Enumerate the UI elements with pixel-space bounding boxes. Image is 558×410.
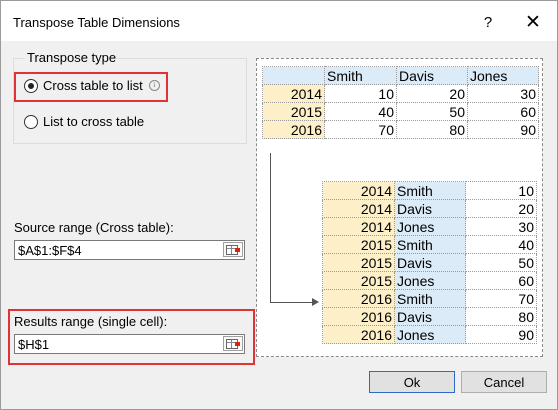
radio-label-list-to-cross: List to cross table — [43, 114, 145, 129]
table-cell: 2015 — [322, 235, 395, 254]
table-row: 2014 Davis 20 — [322, 199, 537, 218]
table-row: 2015 Davis 50 — [322, 253, 537, 272]
source-range-label: Source range (Cross table): — [14, 220, 174, 235]
table-cell: 30 — [467, 84, 539, 103]
radio-button-selected[interactable] — [24, 78, 38, 93]
flow-arrow-line — [270, 153, 271, 303]
table-row: 2015 Smith 40 — [322, 235, 537, 254]
table-cell: 90 — [465, 325, 537, 344]
table-row: 2016 Davis 80 — [322, 307, 537, 326]
table-cell: 2015 — [322, 253, 395, 272]
help-icon[interactable]: ? — [477, 12, 499, 34]
title-bar: Transpose Table Dimensions ? ✕ — [1, 1, 557, 41]
results-range-label: Results range (single cell): — [14, 314, 168, 329]
table-cell: Smith — [394, 181, 466, 200]
source-range-input[interactable]: $A$1:$F$4 — [14, 240, 245, 260]
ok-button[interactable]: Ok — [369, 371, 455, 393]
table-cell: 2014 — [322, 181, 395, 200]
cross-table-preview: Smith Davis Jones 2014 10 20 30 2015 40 … — [262, 66, 539, 139]
table-row: 2014 Jones 30 — [322, 217, 537, 236]
select-arrow-icon — [235, 342, 240, 346]
table-cell: 2016 — [262, 120, 325, 139]
table-cell: 2016 — [322, 307, 395, 326]
table-cell: 2015 — [322, 271, 395, 290]
table-cell: 70 — [465, 289, 537, 308]
table-cell: Davis — [394, 253, 466, 272]
table-row: 2014 10 20 30 — [262, 84, 539, 103]
table-row: 2016 Smith 70 — [322, 289, 537, 308]
table-cell: 2016 — [322, 289, 395, 308]
results-range-picker-button[interactable] — [223, 336, 243, 351]
select-arrow-icon — [235, 248, 240, 252]
table-cell: 90 — [467, 120, 539, 139]
table-cell: 2014 — [322, 217, 395, 236]
table-cell: Smith — [324, 66, 397, 85]
table-row: 2015 40 50 60 — [262, 102, 539, 121]
table-cell: 40 — [465, 235, 537, 254]
table-cell: 10 — [465, 181, 537, 200]
table-cell: 50 — [396, 102, 468, 121]
table-cell: Smith — [394, 235, 466, 254]
table-cell: 20 — [396, 84, 468, 103]
table-row: 2014 Smith 10 — [322, 181, 537, 200]
cancel-button[interactable]: Cancel — [461, 371, 547, 393]
table-cell: 2015 — [262, 102, 325, 121]
results-range-input[interactable]: $H$1 — [14, 334, 245, 354]
table-cell: Jones — [394, 325, 466, 344]
table-cell: 2014 — [262, 84, 325, 103]
table-cell: Jones — [467, 66, 539, 85]
table-cell: 30 — [465, 217, 537, 236]
table-cell — [262, 66, 325, 85]
table-cell: Smith — [394, 289, 466, 308]
table-cell: Jones — [394, 271, 466, 290]
dialog-title: Transpose Table Dimensions — [13, 15, 180, 30]
flow-arrow-line — [270, 302, 313, 303]
source-range-picker-button[interactable] — [223, 242, 243, 257]
arrow-right-icon — [312, 298, 319, 306]
table-row: 2015 Jones 60 — [322, 271, 537, 290]
table-cell: 10 — [324, 84, 397, 103]
table-cell: 60 — [467, 102, 539, 121]
close-icon[interactable]: ✕ — [519, 11, 547, 35]
table-cell: 2016 — [322, 325, 395, 344]
transpose-type-label: Transpose type — [25, 50, 119, 65]
table-row: Smith Davis Jones — [262, 66, 539, 85]
radio-label-cross-to-list: Cross table to list — [43, 78, 143, 93]
table-cell: Jones — [394, 217, 466, 236]
radio-button-unselected[interactable] — [24, 114, 38, 129]
table-cell: 80 — [465, 307, 537, 326]
table-cell: Davis — [394, 307, 466, 326]
table-row: 2016 70 80 90 — [262, 120, 539, 139]
radio-cross-to-list[interactable]: Cross table to list i — [24, 78, 160, 93]
table-cell: 20 — [465, 199, 537, 218]
list-table-preview: 2014 Smith 10 2014 Davis 20 2014 Jones 30 2015… — [322, 181, 537, 344]
table-cell: 40 — [324, 102, 397, 121]
radio-list-to-cross[interactable]: List to cross table — [24, 114, 144, 129]
table-cell: 60 — [465, 271, 537, 290]
table-cell: 50 — [465, 253, 537, 272]
table-cell: Davis — [394, 199, 466, 218]
table-row: 2016 Jones 90 — [322, 325, 537, 344]
table-cell: 70 — [324, 120, 397, 139]
table-cell: 80 — [396, 120, 468, 139]
table-cell: 2014 — [322, 199, 395, 218]
info-icon[interactable]: i — [148, 80, 160, 91]
table-cell: Davis — [396, 66, 468, 85]
